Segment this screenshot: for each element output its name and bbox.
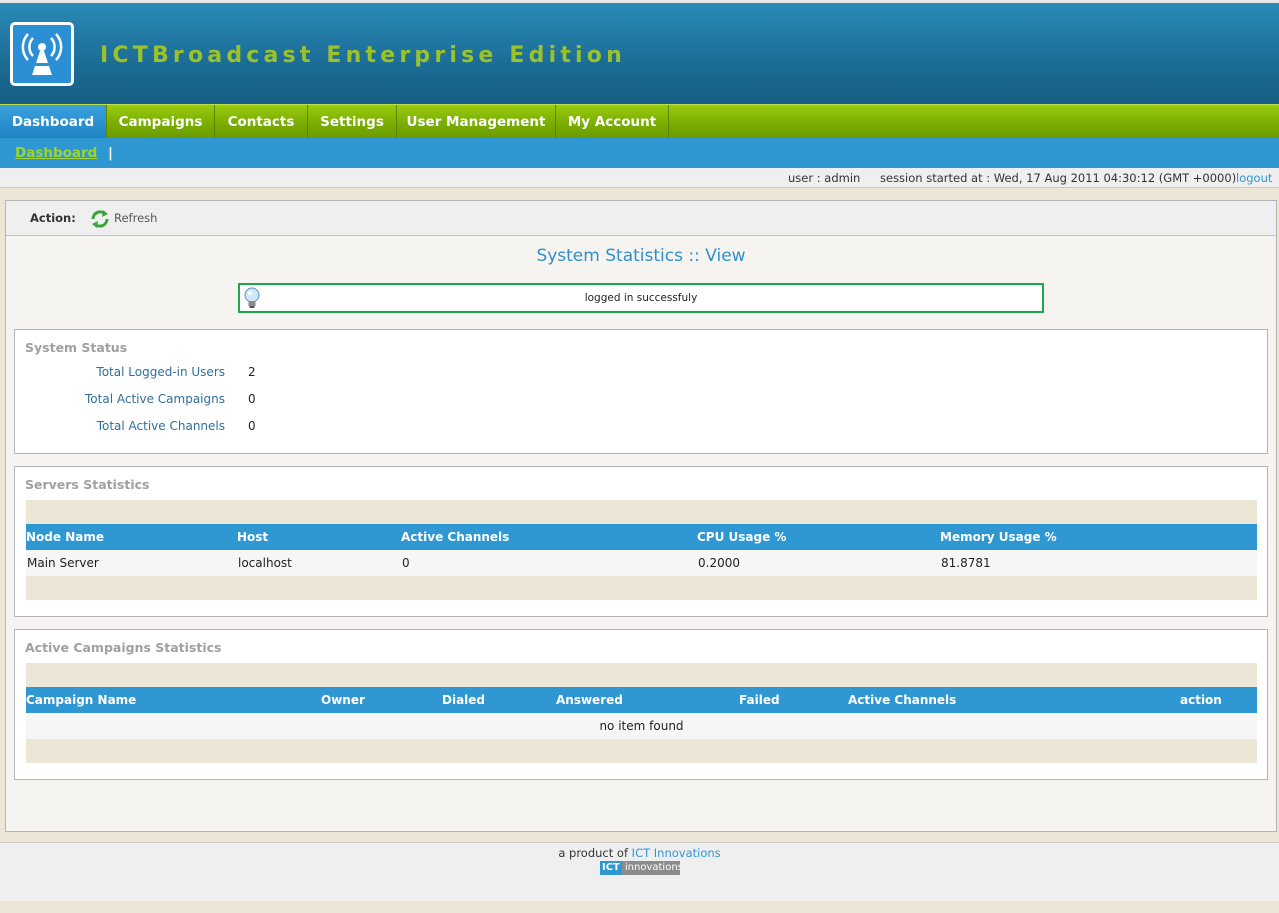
active-campaigns-panel: Active Campaigns Statistics Campaign Nam… — [14, 629, 1268, 780]
servers-statistics-panel: Servers Statistics Node Name Host Active… — [14, 466, 1268, 617]
table-row: Main Server localhost 0 0.2000 81.8781 — [26, 550, 1257, 576]
main-nav: Dashboard Campaigns Contacts Settings Us… — [0, 104, 1279, 139]
table-cell: localhost — [238, 556, 292, 570]
table-band — [26, 663, 1257, 687]
panel-title: System Status — [25, 340, 128, 355]
column-header[interactable]: Node Name — [26, 530, 104, 544]
tab-settings[interactable]: Settings — [308, 105, 397, 139]
empty-row: no item found — [26, 713, 1257, 739]
table-cell: 81.8781 — [941, 556, 991, 570]
column-header[interactable]: Dialed — [442, 693, 485, 707]
footer-prefix: a product of — [558, 846, 632, 860]
subnav-separator: | — [108, 145, 113, 161]
logo-text-ict: ICT — [600, 861, 622, 875]
content-area: Action: Refresh System Statistics :: Vie… — [5, 200, 1277, 832]
app-header: ICTBroadcast Enterprise Edition — [0, 0, 1279, 104]
stat-value: 2 — [248, 365, 256, 379]
current-user: user : admin — [788, 171, 861, 185]
column-header[interactable]: Memory Usage % — [940, 530, 1057, 544]
broadcast-antenna-icon[interactable] — [10, 22, 74, 86]
tab-contacts[interactable]: Contacts — [215, 105, 308, 139]
footer-credit: a product of ICT Innovations — [0, 846, 1279, 860]
stat-label: Total Active Campaigns — [85, 392, 225, 406]
tab-user-management[interactable]: User Management — [397, 105, 556, 139]
column-header[interactable]: Failed — [739, 693, 780, 707]
table-header: Campaign Name Owner Dialed Answered Fail… — [26, 687, 1257, 713]
stat-value: 0 — [248, 392, 256, 406]
logout-link[interactable]: logout — [1236, 171, 1272, 185]
column-header[interactable]: Host — [237, 530, 268, 544]
sub-nav: Dashboard | — [0, 138, 1279, 168]
user-bar: user : admin session started at : Wed, 1… — [0, 168, 1279, 188]
table-header: Node Name Host Active Channels CPU Usage… — [26, 524, 1257, 550]
table-cell: 0 — [402, 556, 410, 570]
panel-title: Active Campaigns Statistics — [25, 640, 222, 655]
stat-label: Total Active Channels — [96, 419, 225, 433]
footer: a product of ICT Innovations ICT innovati… — [0, 842, 1279, 901]
action-bar: Action: Refresh — [6, 201, 1276, 236]
empty-message: no item found — [599, 719, 684, 733]
stat-label: Total Logged-in Users — [96, 365, 225, 379]
column-header[interactable]: CPU Usage % — [697, 530, 786, 544]
tab-dashboard[interactable]: Dashboard — [0, 105, 107, 139]
logo-text-innovations: innovations — [624, 862, 680, 873]
column-header[interactable]: Campaign Name — [26, 693, 136, 707]
refresh-button[interactable]: Refresh — [114, 211, 157, 225]
tab-my-account[interactable]: My Account — [556, 105, 669, 139]
success-message: logged in successfuly — [238, 283, 1044, 313]
system-status-panel: System Status Total Logged-in Users 2 To… — [14, 329, 1268, 454]
subnav-dashboard-link[interactable]: Dashboard — [15, 145, 97, 161]
table-cell: 0.2000 — [698, 556, 740, 570]
session-info: session started at : Wed, 17 Aug 2011 04… — [880, 171, 1237, 185]
message-text: logged in successfuly — [584, 292, 698, 304]
app-title: ICTBroadcast Enterprise Edition — [100, 43, 626, 68]
column-header[interactable]: Active Channels — [401, 530, 509, 544]
table-cell: Main Server — [27, 556, 99, 570]
page-title: System Statistics :: View — [536, 246, 746, 266]
ict-innovations-logo[interactable]: ICT innovations — [600, 861, 680, 875]
tab-campaigns[interactable]: Campaigns — [107, 105, 215, 139]
footer-link[interactable]: ICT Innovations — [632, 846, 721, 860]
panel-title: Servers Statistics — [25, 477, 150, 492]
refresh-icon[interactable] — [89, 208, 111, 230]
stat-value: 0 — [248, 419, 256, 433]
column-header[interactable]: Owner — [321, 693, 365, 707]
table-band — [26, 576, 1257, 600]
action-label: Action: — [30, 211, 76, 225]
column-header[interactable]: action — [1180, 693, 1222, 707]
table-band — [26, 739, 1257, 763]
column-header[interactable]: Active Channels — [848, 693, 956, 707]
column-header[interactable]: Answered — [556, 693, 623, 707]
table-band — [26, 500, 1257, 524]
